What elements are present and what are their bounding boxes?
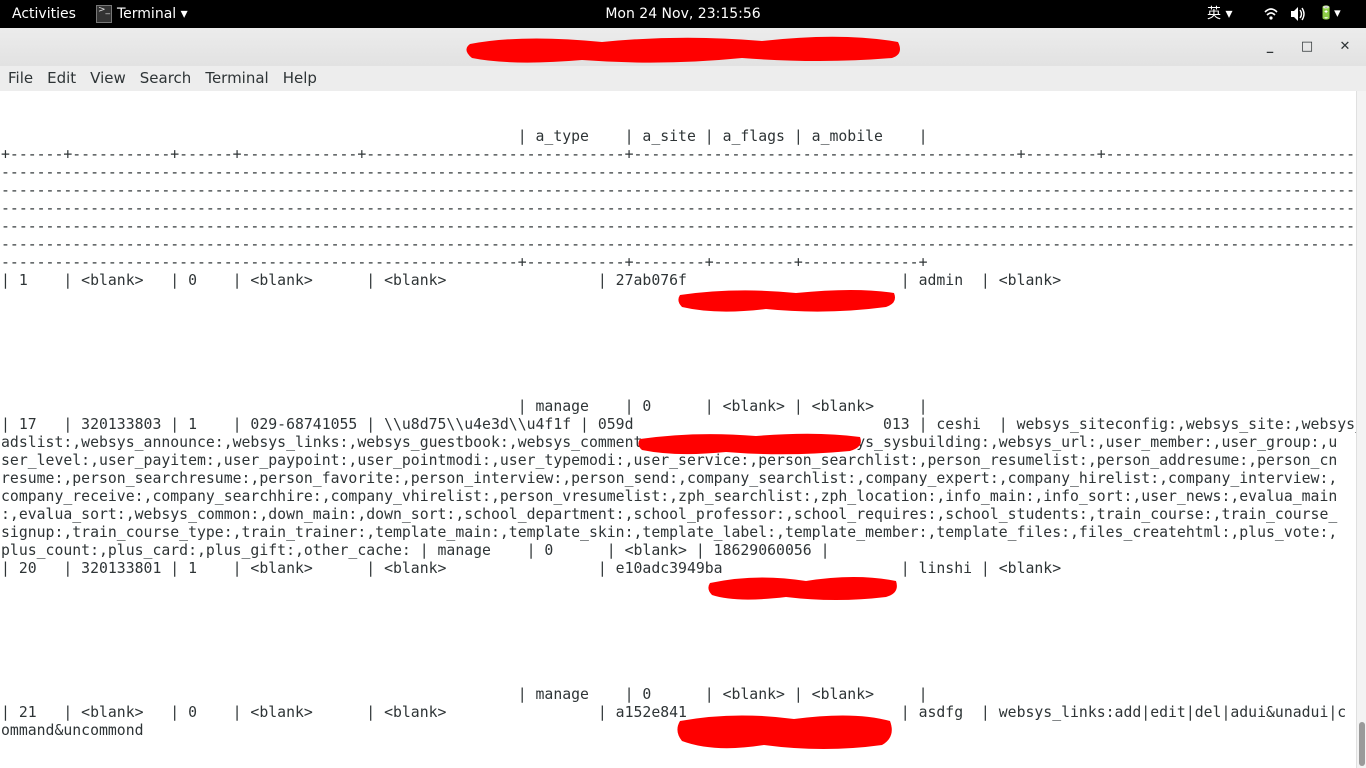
maximize-button[interactable]: □ [1296,36,1318,58]
menu-terminal[interactable]: Terminal [197,66,274,91]
volume-icon [1290,0,1306,28]
menu-search[interactable]: Search [132,66,198,91]
menu-file[interactable]: File [0,66,39,91]
close-button[interactable]: ✕ [1334,36,1356,58]
menu-edit[interactable]: Edit [39,66,82,91]
terminal-line: signup:,train_course_type:,train_trainer… [1,524,1338,541]
terminal-line: ----------------------------------------… [1,164,1356,181]
terminal-line: | 20 | 320133801 | 1 | <blank> | <blank>… [1,560,1062,577]
wifi-icon [1264,0,1278,28]
redaction-scribble [638,433,861,455]
scrollbar-thumb[interactable] [1359,722,1365,766]
terminal-line: company_receive:,company_searchhire:,com… [1,488,1338,505]
minimize-button[interactable]: _ [1259,36,1281,58]
terminal-line: ----------------------------------------… [1,254,928,271]
terminal-line: resume:,person_searchresume:,person_favo… [1,470,1338,487]
window-titlebar[interactable]: _ □ ✕ [0,28,1366,67]
terminal-line: | a_type | a_site | a_flags | a_mobile | [1,128,928,145]
clock[interactable]: Mon 24 Nov, 23:15:56 [0,0,1366,28]
input-method-indicator[interactable]: 英 ▾ [1207,0,1232,28]
redaction-scribble [678,290,895,312]
terminal-line: ----------------------------------------… [1,182,1356,199]
title-redaction-scribble [466,36,900,63]
menu-view[interactable]: View [82,66,132,91]
top-bar: Activities >_ Terminal ▾ Mon 24 Nov, 23:… [0,0,1366,28]
terminal-line: plus_count:,plus_card:,plus_gift:,other_… [1,542,830,559]
redaction-scribble [677,715,892,749]
battery-icon: 🔋▾ [1318,6,1341,21]
terminal-line: ----------------------------------------… [1,218,1356,235]
terminal-line: :,evalua_sort:,websys_common:,down_main:… [1,506,1338,523]
system-status-area[interactable]: 🔋▾ [1264,0,1341,28]
redaction-scribble [708,577,897,600]
terminal-line: | 1 | <blank> | 0 | <blank> | <blank> | … [1,272,1062,289]
terminal-line: ommand&uncommond [1,722,144,739]
terminal-view[interactable]: | a_type | a_site | a_flags | a_mobile |… [0,91,1356,768]
terminal-line: ----------------------------------------… [1,200,1356,217]
terminal-line: +------+-----------+------+-------------… [1,146,1356,163]
menu-help[interactable]: Help [275,66,323,91]
terminal-scrollbar[interactable] [1356,91,1366,768]
terminal-line: | manage | 0 | <blank> | <blank> | [1,398,928,415]
menu-bar: File Edit View Search Terminal Help [0,66,1366,91]
terminal-line: ----------------------------------------… [1,236,1356,253]
terminal-line: | manage | 0 | <blank> | <blank> | [1,686,928,703]
